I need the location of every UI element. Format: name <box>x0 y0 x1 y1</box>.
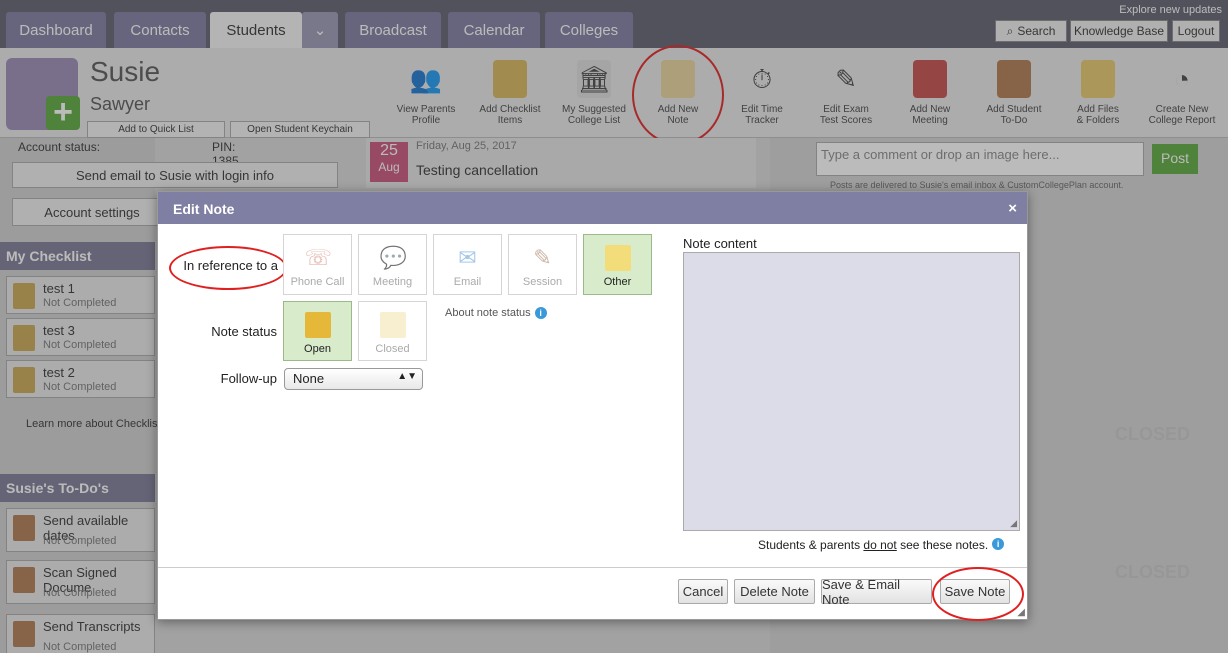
delete-note-button[interactable]: Delete Note <box>734 579 815 604</box>
note-content-textarea[interactable]: ◢ <box>683 252 1020 531</box>
reference-other[interactable]: Other <box>583 234 652 295</box>
phone-icon: ☏ <box>304 245 333 270</box>
info-icon[interactable]: i <box>992 538 1005 550</box>
followup-label: Follow-up <box>220 371 277 386</box>
edit-note-dialog: Edit Note × In reference to a ☏ Phone Cal… <box>157 191 1028 621</box>
reference-session[interactable]: ✎ Session <box>508 234 577 295</box>
chat-bubbles-icon: 💬 <box>379 245 407 270</box>
envelope-icon: ✉ <box>458 245 477 270</box>
status-open[interactable]: Open <box>283 301 352 361</box>
open-folder-icon <box>304 312 331 338</box>
resize-grip-icon[interactable]: ◢ <box>1017 607 1025 618</box>
reference-label-highlight <box>169 246 287 290</box>
reference-email[interactable]: ✉ Email <box>433 234 502 295</box>
select-arrows-icon: ▲▼ <box>397 371 417 382</box>
notepad-icon: ✎ <box>533 245 552 270</box>
closed-folder-icon <box>379 312 406 338</box>
reference-meeting[interactable]: 💬 Meeting <box>358 234 427 295</box>
note-status-label: Note status <box>211 324 277 339</box>
dialog-title: Edit Note <box>158 192 1027 224</box>
resize-grip-icon[interactable]: ◢ <box>1010 518 1017 529</box>
info-icon: i <box>534 307 547 319</box>
reference-phone-call[interactable]: ☏ Phone Call <box>283 234 352 295</box>
note-content-label: Note content <box>683 236 757 251</box>
followup-select[interactable]: None ▲▼ <box>284 368 423 390</box>
about-note-status-link[interactable]: About note status i <box>445 307 547 319</box>
dialog-divider <box>158 567 1027 568</box>
privacy-hint: Students & parents do not see these note… <box>758 538 1005 552</box>
cancel-button[interactable]: Cancel <box>678 579 728 604</box>
close-icon[interactable]: × <box>1008 200 1017 217</box>
sticky-note-icon <box>604 245 631 271</box>
status-closed[interactable]: Closed <box>358 301 427 361</box>
save-email-note-button[interactable]: Save & Email Note <box>821 577 932 607</box>
save-note-highlight <box>932 567 1024 621</box>
